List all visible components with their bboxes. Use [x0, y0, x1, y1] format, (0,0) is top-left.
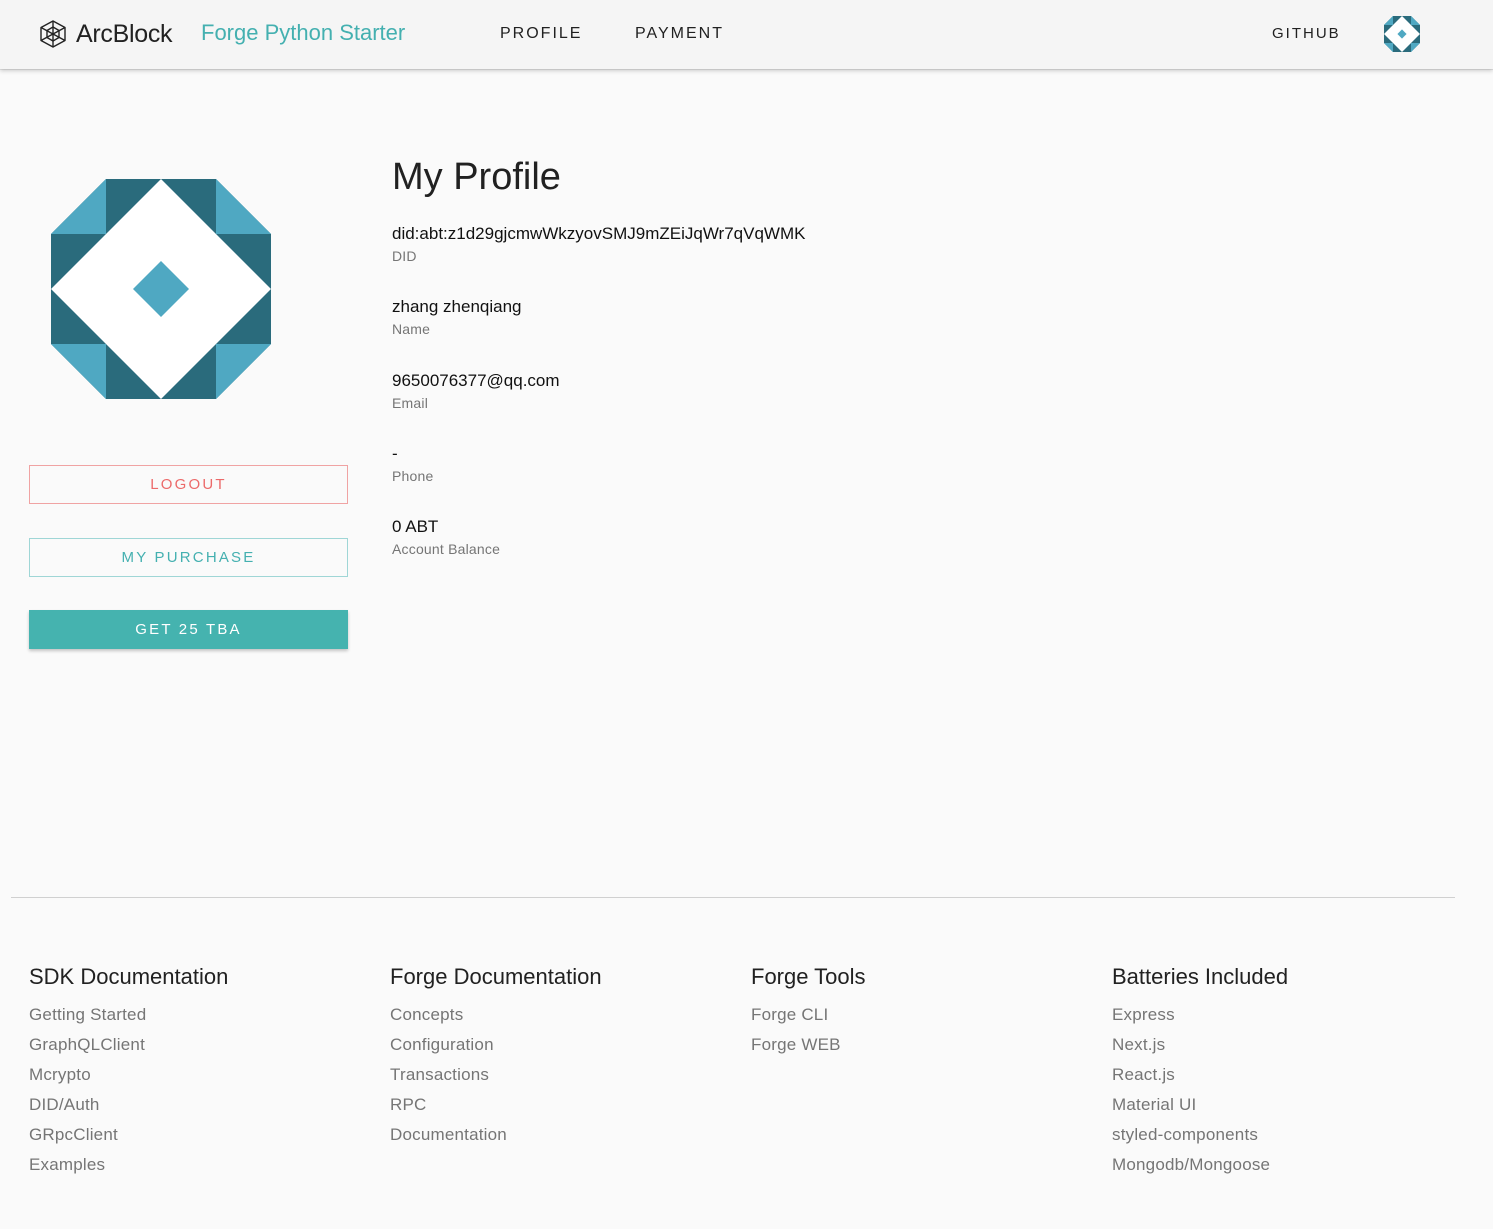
footer-column-batteries: Batteries Included Express Next.js React…: [1112, 964, 1288, 1185]
balance-label: Account Balance: [392, 541, 501, 557]
footer-link[interactable]: Material UI: [1112, 1095, 1288, 1125]
my-purchase-button[interactable]: MY PURCHASE: [29, 538, 348, 577]
footer-link[interactable]: Forge CLI: [751, 1005, 866, 1035]
page-title: My Profile: [392, 156, 561, 198]
footer-heading: Batteries Included: [1112, 964, 1289, 989]
footer-link[interactable]: GraphQLClient: [29, 1035, 228, 1065]
footer-link[interactable]: React.js: [1112, 1065, 1288, 1095]
footer-link[interactable]: Forge WEB: [751, 1035, 866, 1065]
footer-heading: SDK Documentation: [29, 964, 229, 989]
footer-link[interactable]: Concepts: [390, 1005, 602, 1035]
did-value: did:abt:z1d29gjcmwWkzyovSMJ9mZEiJqWr7qVq…: [392, 224, 806, 243]
profile-field-did: did:abt:z1d29gjcmwWkzyovSMJ9mZEiJqWr7qVq…: [392, 224, 805, 264]
nav-payment-link[interactable]: PAYMENT: [635, 25, 724, 43]
footer-link[interactable]: Documentation: [390, 1125, 602, 1155]
nav-profile-link[interactable]: PROFILE: [500, 25, 582, 43]
footer-link[interactable]: Examples: [29, 1155, 228, 1185]
email-label: Email: [392, 395, 429, 411]
profile-field-phone: - Phone: [392, 444, 433, 484]
balance-value: 0 ABT: [392, 517, 439, 536]
footer-link[interactable]: Getting Started: [29, 1005, 228, 1035]
footer-link[interactable]: GRpcClient: [29, 1125, 228, 1155]
footer-column-forge-tools: Forge Tools Forge CLI Forge WEB: [751, 964, 866, 1065]
profile-field-name: zhang zhenqiang Name: [392, 297, 522, 337]
brand-logo[interactable]: ArcBlock: [38, 18, 173, 50]
nav-github-link[interactable]: GITHUB: [1272, 25, 1341, 42]
did-label: DID: [392, 248, 417, 264]
footer-link[interactable]: Configuration: [390, 1035, 602, 1065]
get-tba-button[interactable]: GET 25 TBA: [29, 610, 348, 649]
footer-divider: [11, 897, 1455, 898]
footer-link[interactable]: Transactions: [390, 1065, 602, 1095]
footer-link[interactable]: Mongodb/Mongoose: [1112, 1155, 1288, 1185]
brand-name: ArcBlock: [76, 19, 173, 48]
footer-link[interactable]: Mcrypto: [29, 1065, 228, 1095]
top-app-bar: ArcBlock Forge Python Starter PROFILE PA…: [0, 0, 1493, 69]
footer-heading: Forge Documentation: [390, 964, 602, 989]
footer-column-forge-docs: Forge Documentation Concepts Configurati…: [390, 964, 602, 1155]
email-value: 9650076377@qq.com: [392, 371, 560, 390]
phone-value: -: [392, 444, 398, 463]
footer-link[interactable]: styled-components: [1112, 1125, 1288, 1155]
profile-identicon: [51, 179, 271, 399]
phone-label: Phone: [392, 468, 434, 484]
app-title-link[interactable]: Forge Python Starter: [201, 20, 405, 46]
arcblock-logo-icon: [38, 19, 68, 49]
footer-heading: Forge Tools: [751, 964, 866, 989]
name-label: Name: [392, 321, 431, 337]
profile-field-balance: 0 ABT Account Balance: [392, 517, 500, 557]
profile-field-email: 9650076377@qq.com Email: [392, 371, 560, 411]
user-avatar-icon[interactable]: [1384, 16, 1420, 52]
footer-link[interactable]: Next.js: [1112, 1035, 1288, 1065]
footer-link[interactable]: DID/Auth: [29, 1095, 228, 1125]
footer-column-sdk: SDK Documentation Getting Started GraphQ…: [29, 964, 228, 1185]
footer-link[interactable]: RPC: [390, 1095, 602, 1125]
logout-button[interactable]: LOGOUT: [29, 465, 348, 504]
footer-link[interactable]: Express: [1112, 1005, 1288, 1035]
name-value: zhang zhenqiang: [392, 297, 522, 316]
